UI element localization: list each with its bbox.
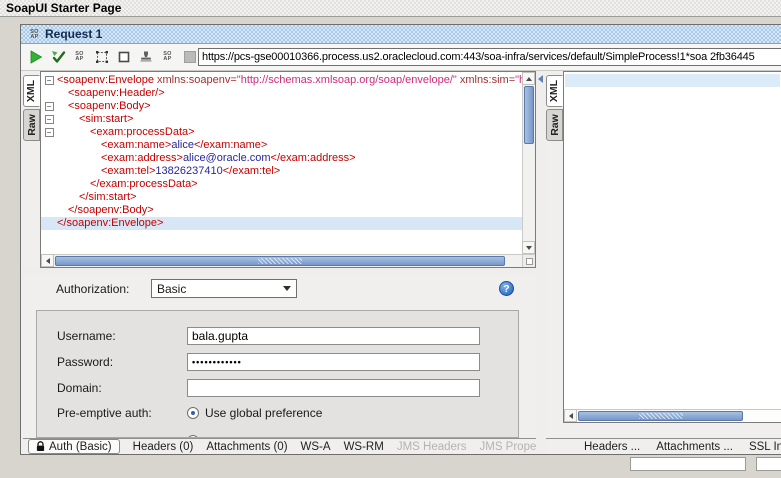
domain-input[interactable] bbox=[187, 379, 480, 397]
soap-action-icon[interactable]: SO AP bbox=[71, 49, 88, 66]
xml-line[interactable]: <exam:address>alice@oracle.com</exam:add… bbox=[41, 152, 522, 165]
collapse-handle-icon[interactable]: − bbox=[44, 115, 54, 124]
tab-ws-a[interactable]: WS-A bbox=[301, 441, 331, 453]
tab-attachments[interactable]: Attachments ... bbox=[656, 441, 733, 453]
scrollbar-thumb[interactable] bbox=[524, 86, 534, 144]
tab-ws-rm[interactable]: WS-RM bbox=[344, 441, 384, 453]
authorization-dropdown[interactable]: Basic bbox=[151, 279, 297, 298]
xml-line[interactable]: </sim:start> bbox=[41, 191, 522, 204]
username-input[interactable] bbox=[187, 327, 480, 345]
scroll-down-icon[interactable] bbox=[522, 241, 535, 254]
tab-headers-0[interactable]: Headers (0) bbox=[133, 441, 194, 453]
tab-ssl-in[interactable]: SSL In... bbox=[749, 441, 781, 453]
request-tabs-row: Auth (Basic) Headers (0) Attachments (0) WS… bbox=[23, 438, 566, 454]
response-tabs-row: Headers ...Attachments ...SSL In...WSS..… bbox=[546, 438, 781, 454]
password-label: Password: bbox=[57, 355, 114, 369]
app-title: SoapUI Starter Page bbox=[6, 1, 122, 15]
scrollbar-corner bbox=[522, 254, 535, 267]
use-global-preference-label: Use global preference bbox=[205, 406, 323, 420]
xml-line[interactable]: </soapenv:Envelope> bbox=[41, 217, 522, 230]
request-response-splitter[interactable] bbox=[536, 71, 546, 454]
xml-line[interactable]: <exam:tel>13826237410</exam:tel> bbox=[41, 165, 522, 178]
xml-line-list: − <soapenv:Envelope xmlns:soapenv="http:/… bbox=[41, 72, 522, 254]
xml-line[interactable]: − <soapenv:Envelope xmlns:soapenv="http:/… bbox=[41, 74, 522, 87]
password-row: Password: bbox=[57, 353, 480, 371]
xml-line[interactable]: </exam:processData> bbox=[41, 178, 522, 191]
collapse-handle-icon[interactable]: − bbox=[44, 128, 54, 137]
soap-request-icon: SO AP bbox=[30, 28, 39, 40]
scroll-up-icon[interactable] bbox=[522, 72, 535, 85]
username-row: Username: bbox=[57, 327, 480, 345]
help-icon[interactable]: ? bbox=[499, 281, 514, 296]
authorization-value: Basic bbox=[157, 281, 187, 296]
scrollbar-thumb[interactable] bbox=[578, 411, 743, 421]
xml-line[interactable]: − <exam:processData> bbox=[41, 126, 522, 139]
request-toolbar: SO AP SO AP bbox=[21, 44, 781, 71]
xml-line[interactable]: <soapenv:Header/> bbox=[41, 87, 522, 100]
response-tab-raw[interactable]: Raw bbox=[546, 109, 563, 141]
request-tab-raw[interactable]: Raw bbox=[23, 109, 40, 141]
collapse-left-icon[interactable] bbox=[538, 75, 543, 83]
auth-panel: Authorization: Basic ? Username: Passwor… bbox=[23, 274, 536, 438]
domain-row: Domain: bbox=[57, 379, 480, 397]
xml-horizontal-scrollbar[interactable] bbox=[41, 254, 522, 267]
request-window-titlebar[interactable]: SO AP Request 1 bbox=[21, 25, 781, 44]
chevron-down-icon bbox=[283, 286, 291, 291]
status-field bbox=[630, 457, 746, 471]
domain-label: Domain: bbox=[57, 381, 102, 395]
status-field bbox=[756, 457, 781, 471]
lock-icon bbox=[36, 441, 45, 452]
cancel-request-icon[interactable] bbox=[115, 49, 132, 66]
xml-vertical-scrollbar[interactable] bbox=[522, 72, 535, 254]
endpoint-url-input[interactable] bbox=[198, 48, 781, 66]
response-horizontal-scrollbar[interactable] bbox=[564, 409, 781, 422]
tab-attachments-0[interactable]: Attachments (0) bbox=[206, 441, 287, 453]
basic-auth-form: Username: Password: Domain: Pre-emptive … bbox=[36, 310, 519, 438]
response-caret-line bbox=[565, 74, 780, 87]
preemptive-auth-label: Pre-emptive auth: bbox=[57, 406, 152, 420]
authorization-label: Authorization: bbox=[56, 282, 130, 296]
xml-line[interactable]: − <sim:start> bbox=[41, 113, 522, 126]
xml-line[interactable]: − <soapenv:Body> bbox=[41, 100, 522, 113]
tab-auth-basic[interactable]: Auth (Basic) bbox=[28, 439, 120, 454]
scroll-left-icon[interactable] bbox=[41, 254, 54, 267]
tab-headers[interactable]: Headers ... bbox=[584, 441, 640, 453]
xml-line[interactable]: <exam:name>alice</exam:name> bbox=[41, 139, 522, 152]
request-window: SO AP Request 1 SO AP SO AP https://pcs-… bbox=[20, 24, 781, 455]
username-label: Username: bbox=[57, 329, 116, 343]
submit-endpoint-icon[interactable] bbox=[49, 49, 66, 66]
collapse-handle-icon[interactable]: − bbox=[44, 102, 54, 111]
add-to-testcase-icon[interactable] bbox=[137, 49, 154, 66]
recreate-request-icon[interactable] bbox=[93, 49, 110, 66]
xml-line[interactable]: </soapenv:Body> bbox=[41, 204, 522, 217]
tab-jms-headers[interactable]: JMS Headers bbox=[397, 441, 467, 453]
scroll-left-icon[interactable] bbox=[564, 409, 577, 422]
preemptive-auth-row: Pre-emptive auth: Use global preference bbox=[57, 404, 322, 422]
scrollbar-thumb[interactable] bbox=[55, 256, 505, 266]
disabled-square-icon bbox=[181, 49, 198, 66]
soap-headers-icon[interactable]: SO AP bbox=[159, 49, 176, 66]
window-title: Request 1 bbox=[45, 27, 103, 41]
request-tab-xml[interactable]: XML bbox=[23, 75, 40, 107]
response-xml-editor[interactable] bbox=[563, 71, 781, 423]
collapse-handle-icon[interactable]: − bbox=[44, 76, 54, 85]
request-xml-editor[interactable]: − <soapenv:Envelope xmlns:soapenv="http:/… bbox=[40, 71, 536, 268]
password-input[interactable] bbox=[187, 353, 480, 371]
use-global-preference-radio[interactable] bbox=[187, 407, 199, 419]
starter-page-titlebar: SoapUI Starter Page bbox=[0, 0, 781, 17]
submit-request-icon[interactable] bbox=[27, 49, 44, 66]
response-tab-xml[interactable]: XML bbox=[546, 75, 563, 107]
